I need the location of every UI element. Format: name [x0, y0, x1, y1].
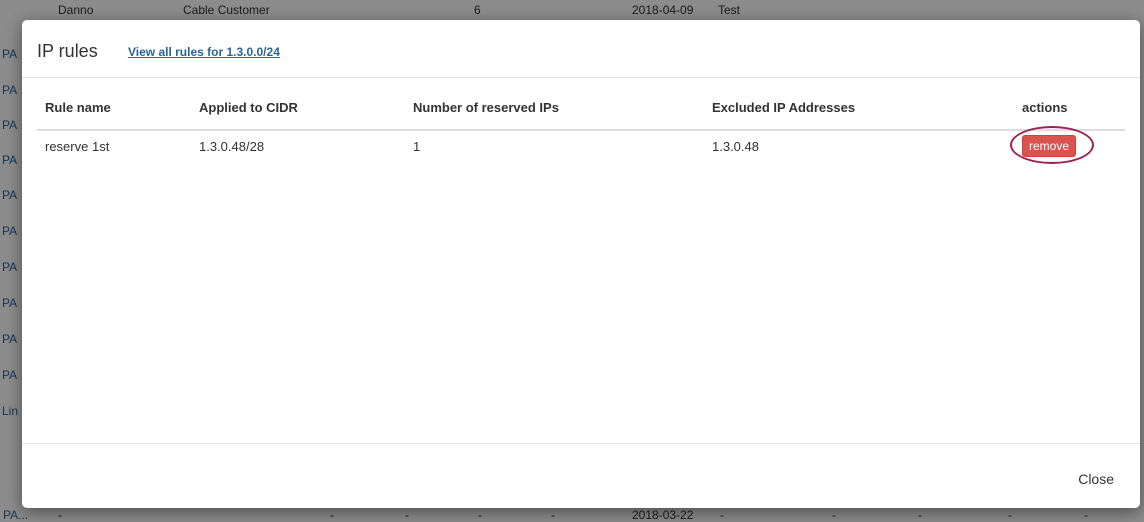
- table-header-row: Rule name Applied to CIDR Number of rese…: [37, 100, 1125, 131]
- excluded-ips-cell: 1.3.0.48: [712, 138, 759, 154]
- modal-footer: Close: [22, 443, 1140, 509]
- rule-name-cell: reserve 1st: [45, 138, 110, 154]
- close-button[interactable]: Close: [1078, 471, 1114, 487]
- view-all-rules-link[interactable]: View all rules for 1.3.0.0/24: [128, 45, 280, 59]
- table-row: reserve 1st 1.3.0.48/28 1 1.3.0.48 remov…: [37, 126, 1125, 164]
- column-header-actions: actions: [992, 100, 1125, 131]
- ip-rules-modal: IP rules View all rules for 1.3.0.0/24 R…: [22, 20, 1140, 508]
- column-header-reserved-ips: Number of reserved IPs: [405, 100, 704, 131]
- ip-rules-table: Rule name Applied to CIDR Number of rese…: [37, 100, 1125, 164]
- actions-cell: remove: [992, 126, 1125, 164]
- reserved-ips-cell: 1: [413, 138, 421, 154]
- remove-rule-button[interactable]: remove: [1010, 126, 1094, 164]
- modal-header: IP rules View all rules for 1.3.0.0/24: [22, 20, 1140, 78]
- column-header-excluded-ips: Excluded IP Addresses: [704, 100, 992, 131]
- modal-title: IP rules: [37, 41, 98, 61]
- column-header-cidr: Applied to CIDR: [191, 100, 405, 131]
- column-header-rule-name: Rule name: [37, 100, 191, 131]
- remove-button-label: remove: [1029, 139, 1070, 153]
- cidr-cell: 1.3.0.48/28: [199, 138, 265, 154]
